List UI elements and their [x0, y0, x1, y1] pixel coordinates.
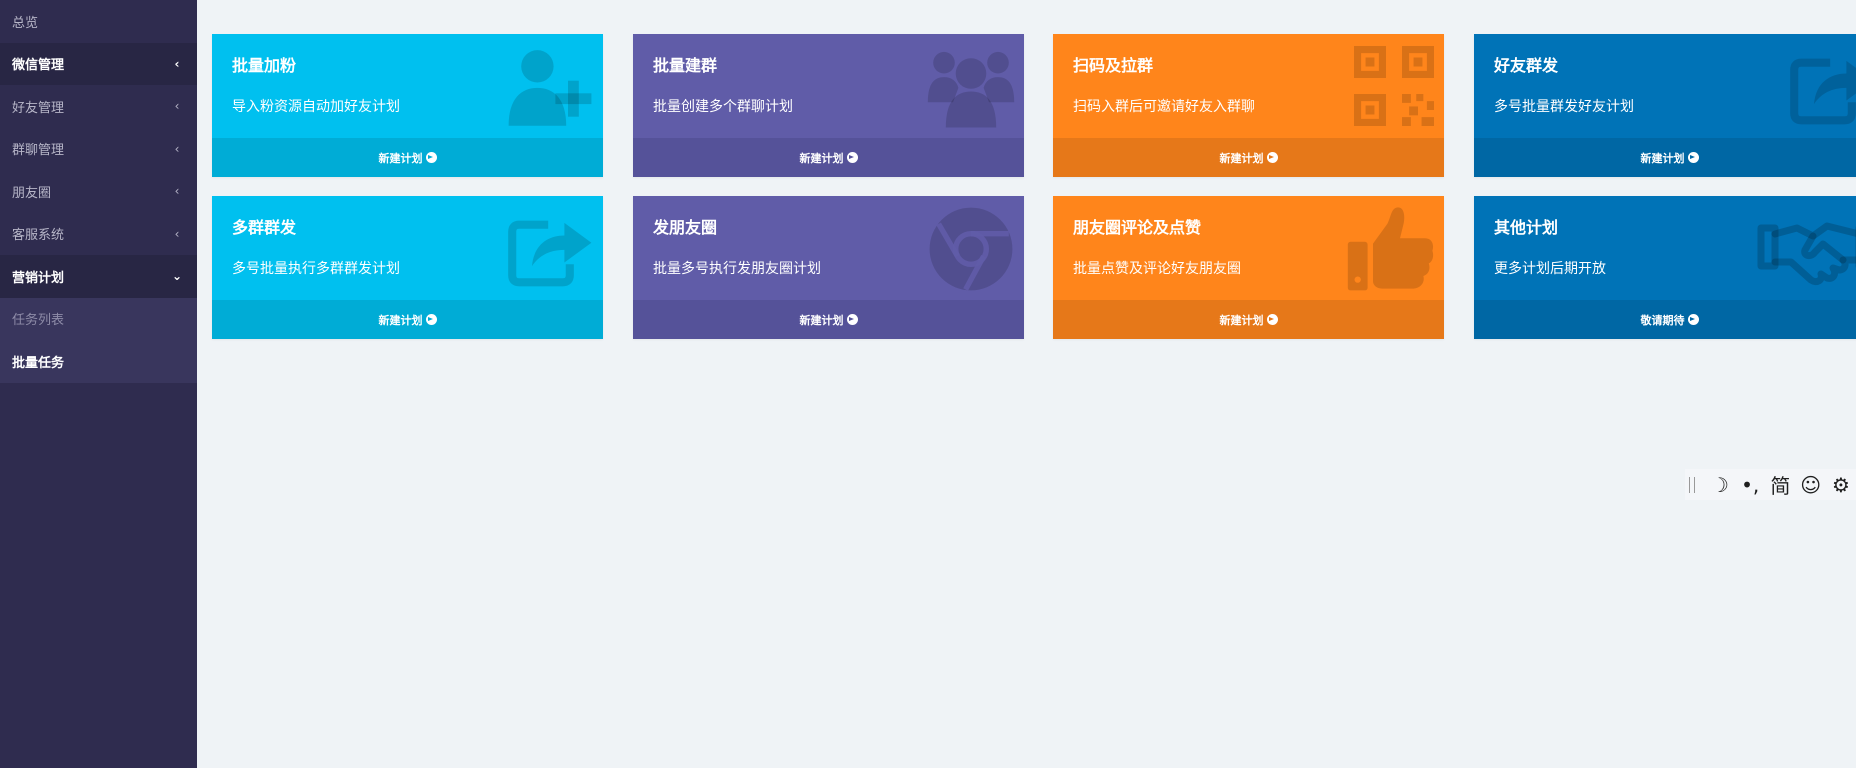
sidebar-item-marketing-plan[interactable]: 营销计划 ⌄	[0, 255, 197, 298]
card-title: 扫码及拉群	[1073, 56, 1154, 75]
sidebar-subitem-label: 批量任务	[12, 355, 65, 371]
card-description: 扫码入群后可邀请好友入群聊	[1073, 99, 1255, 115]
new-plan-button[interactable]: 新建计划	[633, 138, 1024, 177]
chevron-left-icon: ‹	[174, 56, 180, 71]
card-title: 其他计划	[1494, 218, 1559, 237]
card-batch-create-group: 批量建群 批量创建多个群聊计划 新建计划	[633, 34, 1024, 177]
arrow-circle-right-icon	[425, 314, 437, 325]
sidebar-item-moments[interactable]: 朋友圈 ‹	[0, 170, 197, 213]
card-action-label: 新建计划	[378, 313, 423, 327]
sidebar-item-label: 客服系统	[12, 228, 65, 244]
new-plan-button[interactable]: 新建计划	[212, 300, 603, 339]
chevron-left-icon: ‹	[174, 226, 180, 241]
sidebar-subitem-task-list[interactable]: 任务列表	[0, 297, 197, 340]
card-description: 批量多号执行发朋友圈计划	[653, 261, 821, 277]
card-action-label: 新建计划	[1219, 313, 1264, 327]
card-other-plans: 其他计划 更多计划后期开放 敬请期待	[1474, 196, 1856, 339]
card-multi-group-broadcast: 多群群发 多号批量执行多群群发计划 新建计划	[212, 196, 603, 339]
moon-icon[interactable]: ☽	[1705, 469, 1735, 500]
share-square-icon	[508, 220, 592, 287]
sidebar-item-label: 微信管理	[12, 58, 65, 74]
chevron-down-icon: ⌄	[171, 269, 183, 284]
new-plan-button[interactable]: 新建计划	[1053, 300, 1444, 339]
card-action-label: 新建计划	[1219, 151, 1264, 165]
card-post-moments: 发朋友圈 批量多号执行发朋友圈计划 新建计划	[633, 196, 1024, 339]
arrow-circle-right-icon	[1687, 314, 1699, 325]
card-title: 朋友圈评论及点赞	[1073, 218, 1202, 237]
card-description: 更多计划后期开放	[1494, 261, 1606, 277]
chevron-left-icon: ‹	[174, 141, 180, 156]
simplified-mode-toggle[interactable]: 简	[1765, 469, 1795, 500]
chevron-left-icon: ‹	[174, 99, 180, 114]
ime-toolbar: ☽ •, 简 ☺ ⚙	[1685, 469, 1856, 500]
card-title: 批量建群	[653, 56, 718, 75]
card-title: 多群群发	[232, 218, 297, 237]
chrome-icon	[929, 207, 1013, 291]
arrow-circle-right-icon	[1266, 314, 1278, 325]
sidebar-item-customer-service[interactable]: 客服系统 ‹	[0, 213, 197, 256]
card-friend-broadcast: 好友群发 多号批量群发好友计划 新建计划	[1474, 34, 1856, 177]
main-content: 批量加粉 导入粉资源自动加好友计划 新建计划 批量建群 批量创建多个群聊计划 新…	[197, 0, 1856, 768]
card-action-label: 新建计划	[799, 151, 844, 165]
sidebar-subitem-batch-task[interactable]: 批量任务	[0, 340, 197, 383]
qrcode-icon	[1354, 46, 1434, 126]
share-square-icon	[1790, 58, 1856, 125]
card-title: 发朋友圈	[653, 218, 718, 237]
thumbs-up-icon	[1347, 207, 1434, 291]
arrow-circle-right-icon	[846, 152, 858, 163]
card-scan-and-pull-group: 扫码及拉群 扫码入群后可邀请好友入群聊 新建计划	[1053, 34, 1444, 177]
arrow-circle-right-icon	[1266, 152, 1278, 163]
card-description: 多号批量执行多群群发计划	[232, 261, 400, 277]
drag-handle[interactable]	[1689, 476, 1695, 493]
new-plan-button[interactable]: 新建计划	[212, 138, 603, 177]
sidebar-subitem-label: 任务列表	[12, 313, 65, 329]
chevron-left-icon: ‹	[174, 184, 180, 199]
arrow-circle-right-icon	[1687, 152, 1699, 163]
gear-icon[interactable]: ⚙	[1826, 469, 1856, 500]
sidebar-item-label: 群聊管理	[12, 143, 65, 159]
card-description: 导入粉资源自动加好友计划	[232, 99, 400, 115]
card-moments-comment-like: 朋友圈评论及点赞 批量点赞及评论好友朋友圈 新建计划	[1053, 196, 1444, 339]
new-plan-button[interactable]: 新建计划	[1053, 138, 1444, 177]
sidebar-item-friend-management[interactable]: 好友管理 ‹	[0, 85, 197, 128]
emoji-icon[interactable]: ☺	[1796, 469, 1826, 500]
sidebar-item-label: 朋友圈	[12, 185, 52, 201]
new-plan-button[interactable]: 新建计划	[633, 300, 1024, 339]
arrow-circle-right-icon	[846, 314, 858, 325]
sidebar: 总览 微信管理 ‹ 好友管理 ‹ 群聊管理 ‹ 朋友圈 ‹ 客服系统 ‹ 营销计…	[0, 0, 197, 768]
card-title: 好友群发	[1494, 56, 1559, 75]
new-plan-button[interactable]: 新建计划	[1474, 138, 1856, 177]
sidebar-item-overview[interactable]: 总览	[0, 0, 197, 43]
card-action-label: 新建计划	[799, 313, 844, 327]
sidebar-item-label: 好友管理	[12, 100, 65, 116]
punctuation-toggle[interactable]: •,	[1735, 469, 1765, 500]
card-title: 批量加粉	[232, 56, 297, 75]
card-description: 批量创建多个群聊计划	[653, 99, 793, 115]
card-action-label: 新建计划	[1640, 151, 1685, 165]
user-plus-icon	[508, 50, 592, 126]
card-description: 多号批量群发好友计划	[1494, 99, 1634, 115]
card-action-label: 新建计划	[378, 151, 423, 165]
sidebar-item-group-management[interactable]: 群聊管理 ‹	[0, 128, 197, 171]
coming-soon-button[interactable]: 敬请期待	[1474, 300, 1856, 339]
sidebar-item-wechat-management[interactable]: 微信管理 ‹	[0, 42, 197, 85]
sidebar-item-label: 营销计划	[12, 270, 65, 286]
card-description: 批量点赞及评论好友朋友圈	[1073, 261, 1241, 277]
handshake-icon	[1757, 222, 1856, 286]
card-batch-add-fans: 批量加粉 导入粉资源自动加好友计划 新建计划	[212, 34, 603, 177]
sidebar-item-label: 总览	[12, 15, 39, 31]
card-action-label: 敬请期待	[1640, 313, 1685, 327]
arrow-circle-right-icon	[425, 152, 437, 163]
users-icon	[927, 51, 1015, 128]
